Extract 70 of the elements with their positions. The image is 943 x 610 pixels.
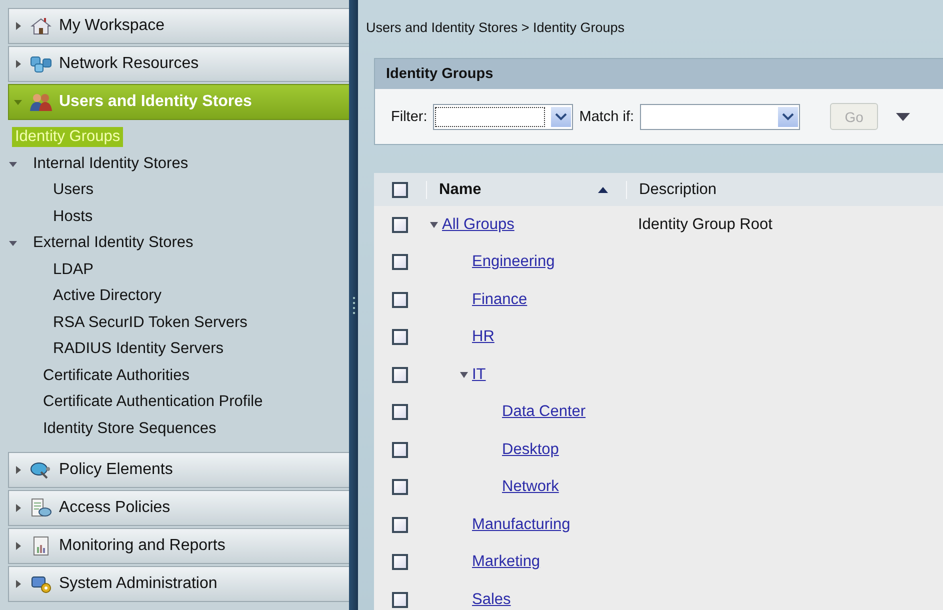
tree-item[interactable]: RADIUS Identity Servers [50,339,227,360]
group-link[interactable]: Desktop [502,440,559,459]
tree-item[interactable]: Certificate Authentication Profile [40,392,266,412]
group-link[interactable]: Data Center [502,403,586,422]
breadcrumb: Users and Identity Stores > Identity Groups [365,19,626,37]
tree-item[interactable]: Active Directory [50,286,165,306]
filter-dropdown[interactable] [433,104,574,130]
checkbox[interactable] [392,182,408,198]
panel-title: Identity Groups [375,59,943,89]
group-link[interactable]: HR [472,328,494,346]
tree-item[interactable]: RSA SecurID Token Servers [50,312,250,333]
chevron-down-icon[interactable] [782,112,794,120]
server-gear-icon [29,574,53,594]
column-header[interactable]: Description [639,180,717,198]
group-link[interactable]: Marketing [472,553,540,572]
checkbox[interactable] [392,516,408,533]
checkbox[interactable] [392,216,408,233]
checkbox[interactable] [392,479,408,496]
tree-item[interactable]: Hosts [50,206,96,227]
tree-item[interactable]: External Identity Stores [30,233,196,254]
collapse-arrow-icon[interactable] [430,220,438,229]
checkbox[interactable] [392,442,408,458]
column-header[interactable]: Name [439,180,482,198]
expand-arrow-icon[interactable] [14,22,22,30]
house-icon [29,16,53,36]
group-link[interactable]: Sales [472,590,511,609]
group-link[interactable]: All Groups [442,216,514,234]
match-label: Match if: [579,108,634,124]
collapse-arrow-icon[interactable] [9,239,17,248]
tree-item[interactable]: LDAP [50,260,96,280]
group-link[interactable]: Network [502,478,559,496]
checkbox[interactable] [392,366,408,383]
expand-arrow-icon[interactable] [14,60,22,68]
filter-label: Filter: [391,108,428,124]
navigation-section[interactable]: Monitoring and Reports [8,528,349,564]
tree-item[interactable]: Internal Identity Stores [30,154,192,174]
expand-arrow-icon[interactable] [14,542,22,550]
table-cell: Identity Group Root [638,216,772,233]
expand-arrow-icon[interactable] [14,504,22,512]
collapse-arrow-icon[interactable] [9,160,17,168]
collapse-arrow-icon[interactable] [460,370,468,379]
sort-arrow-icon[interactable] [598,186,608,194]
match-dropdown[interactable] [640,104,800,130]
checkbox[interactable] [392,329,408,346]
users-icon [29,92,53,112]
splitter-handle[interactable] [352,296,354,314]
navigation-section[interactable]: Access Policies [8,490,349,526]
policy-icon [29,460,53,480]
document-icon [29,498,53,518]
chevron-down-icon[interactable] [555,112,568,120]
group-link[interactable]: Manufacturing [472,516,570,534]
checkbox[interactable] [392,404,408,420]
group-link[interactable]: Finance [472,290,528,309]
dropdown-arrow-icon[interactable] [896,112,910,120]
tree-item[interactable]: Users [50,180,96,200]
checkbox[interactable] [392,592,408,608]
expand-arrow-icon[interactable] [14,580,22,588]
checkbox[interactable] [392,554,408,570]
group-link[interactable]: IT [472,366,486,384]
tree-item[interactable]: Certificate Authorities [40,366,192,386]
navigation-section[interactable]: My Workspace [8,8,349,44]
navigation-section[interactable]: Network Resources [8,46,349,82]
navigation-section[interactable]: System Administration [8,566,349,602]
checkbox[interactable] [392,254,408,270]
navigation-section[interactable]: Policy Elements [8,452,349,488]
cubes-icon [29,54,53,74]
tree-item[interactable]: Identity Store Sequences [40,418,220,439]
checkbox[interactable] [392,292,408,308]
group-link[interactable]: Engineering [472,253,555,272]
expand-arrow-icon[interactable] [14,466,22,474]
